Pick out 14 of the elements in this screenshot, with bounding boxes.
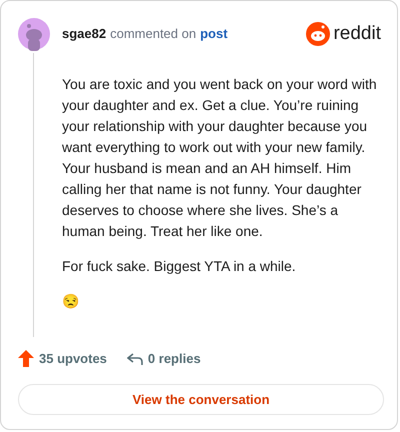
comment-paragraph: For fuck sake. Biggest YTA in a while. xyxy=(62,257,296,276)
view-conversation-button[interactable]: View the conversation xyxy=(18,384,384,415)
action-text: commented on xyxy=(110,25,196,44)
reply-count: 0 replies xyxy=(148,350,201,368)
comment-paragraph: You are toxic and you went back on your word with your daughter and ex. Get a clue. You’re ruining your relationship with your daughter because you want everything to work out with your new family. Your husband is mean and an AH himself. Him calling her that name is not funny. Your daughter deserves to choose where she lives. She’s a human being. Treat her like one. xyxy=(62,75,377,241)
upvote-count: 35 upvotes xyxy=(39,350,107,368)
brand-name: reddit xyxy=(333,22,381,46)
post-link[interactable]: post xyxy=(200,24,228,44)
username[interactable]: sgae82 xyxy=(62,24,106,44)
avatar-icon xyxy=(17,17,51,51)
comment-paragraph: 😒 xyxy=(62,292,79,311)
reply-icon[interactable] xyxy=(126,352,143,366)
reddit-logo-icon xyxy=(306,22,330,46)
upvote-arrow-icon[interactable] xyxy=(18,350,34,368)
